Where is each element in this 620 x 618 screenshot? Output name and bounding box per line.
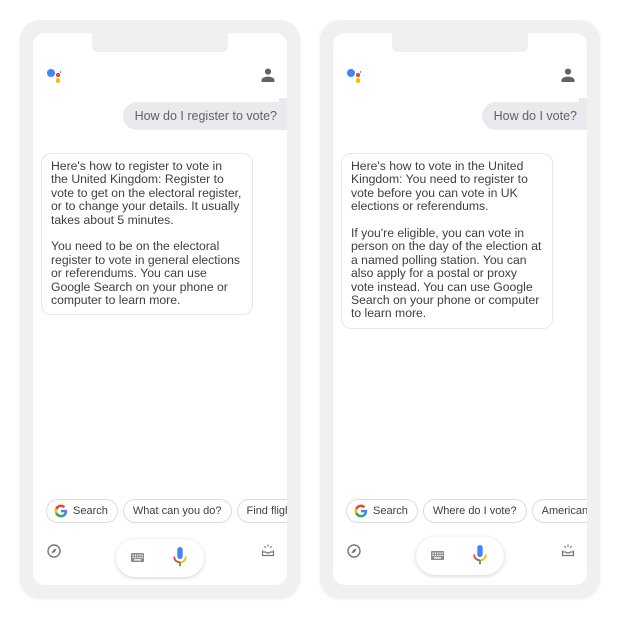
reply-paragraph: If you're eligible, you can vote in pers…: [351, 226, 542, 321]
assistant-reply-card: Here's how to register to vote in the Un…: [41, 153, 253, 316]
chip-label: Where do I vote?: [432, 505, 517, 517]
notch: [392, 33, 528, 52]
chip-label: Find flights: [246, 505, 287, 517]
phone-screen: How do I vote? Here's how to vote in the…: [333, 33, 587, 585]
chip-label: Search: [373, 505, 408, 517]
microphone-icon[interactable]: [473, 545, 487, 567]
keyboard-icon[interactable]: [131, 553, 144, 562]
phone-frame-left: How do I register to vote? Here's how to…: [20, 20, 300, 597]
keyboard-icon[interactable]: [431, 551, 444, 560]
user-query-bubble: How do I vote?: [481, 98, 587, 130]
notch: [92, 33, 228, 52]
chip-label: American idol vote: [541, 505, 587, 517]
chip-search[interactable]: Search: [346, 499, 418, 523]
voice-input-bar[interactable]: [116, 539, 204, 577]
chip-suggestion[interactable]: Find flights: [236, 499, 287, 523]
compass-icon[interactable]: [47, 544, 61, 558]
account-icon[interactable]: [561, 68, 575, 82]
snapshot-tray-icon[interactable]: [561, 543, 575, 557]
google-g-icon: [354, 504, 368, 518]
google-assistant-logo-icon: [347, 69, 367, 87]
chip-suggestion[interactable]: American idol vote: [531, 499, 587, 523]
chip-label: What can you do?: [132, 505, 222, 517]
phone-screen: How do I register to vote? Here's how to…: [33, 33, 287, 585]
suggestion-chips: Search Where do I vote? American idol vo…: [346, 499, 587, 525]
reply-paragraph: Here's how to register to vote in the Un…: [51, 159, 242, 227]
google-assistant-logo-icon: [47, 69, 67, 87]
user-query-bubble: How do I register to vote?: [122, 98, 287, 130]
microphone-icon[interactable]: [173, 547, 187, 569]
reply-paragraph: Here's how to vote in the United Kingdom…: [351, 159, 528, 214]
assistant-reply-card: Here's how to vote in the United Kingdom…: [341, 153, 553, 329]
chip-suggestion[interactable]: What can you do?: [122, 499, 232, 523]
voice-input-bar[interactable]: [416, 537, 504, 575]
chip-search[interactable]: Search: [46, 499, 118, 523]
reply-paragraph: You need to be on the electoral register…: [51, 239, 241, 308]
account-icon[interactable]: [261, 68, 275, 82]
phone-frame-right: How do I vote? Here's how to vote in the…: [320, 20, 600, 597]
suggestion-chips: Search What can you do? Find flights: [46, 499, 287, 525]
chip-label: Search: [73, 505, 108, 517]
chip-suggestion[interactable]: Where do I vote?: [422, 499, 527, 523]
compass-icon[interactable]: [347, 544, 361, 558]
snapshot-tray-icon[interactable]: [261, 543, 275, 557]
google-g-icon: [54, 504, 68, 518]
